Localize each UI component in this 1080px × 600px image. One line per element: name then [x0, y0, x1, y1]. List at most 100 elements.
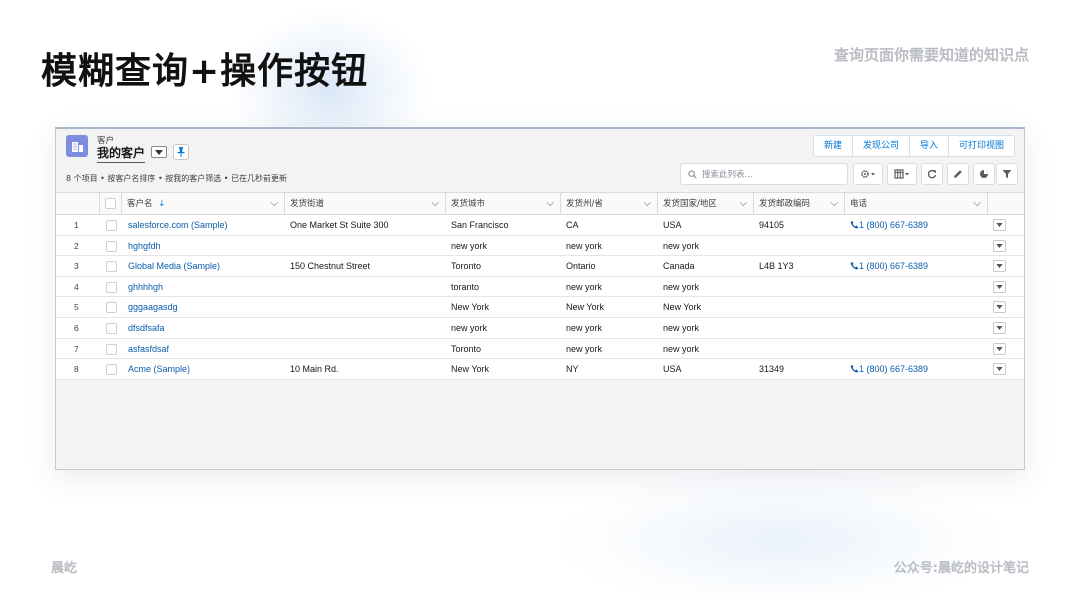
slide-subtitle: 查询页面你需要知道的知识点 [833, 46, 1029, 64]
list-view-panel: 客户 我的客户 8 个项目 • 按客户名排序 • 按我的客户筛选 • 已在几秒前… [55, 127, 1025, 470]
phone-number: 1 (800) 667-6389 [859, 364, 929, 375]
phone-icon [850, 365, 859, 373]
table-row[interactable]: 7 asfasfdsaf Toronto new york new york [56, 338, 1024, 360]
row-checkbox[interactable] [106, 343, 117, 355]
column-header-city[interactable]: 发货城市 ⌵ [446, 193, 561, 215]
row-actions-button[interactable] [993, 280, 1006, 293]
table-row[interactable]: 8 Acme (Sample) 10 Main Rd. New York NY USA 31… [56, 359, 1024, 380]
column-header-name[interactable]: 客户名 ↓ ⌵ [122, 193, 285, 215]
row-actions-button[interactable] [993, 363, 1006, 376]
account-name-link[interactable]: salesforce.com (Sample) [128, 215, 228, 235]
table-row[interactable]: 3 Global Media (Sample) 150 Chestnut Stree… [56, 256, 1024, 277]
chevron-down-icon[interactable]: ⌵ [643, 193, 651, 215]
country-cell: USA [663, 364, 682, 375]
row-actions-button[interactable] [993, 260, 1006, 273]
row-number: 1 [74, 220, 79, 230]
phone-link[interactable]: 1 (800) 667-6389 [850, 359, 928, 379]
select-all-header[interactable] [100, 193, 122, 215]
slide-title: 模糊查询+操作按钮 [41, 51, 369, 92]
row-actions-button[interactable] [993, 219, 1006, 231]
phone-link[interactable]: 1 (800) 667-6389 [850, 215, 928, 235]
row-checkbox[interactable] [106, 302, 117, 314]
account-name-link[interactable]: dfsdfsafa [128, 318, 165, 338]
chevron-down-icon[interactable]: ⌵ [431, 193, 439, 215]
import-button[interactable]: 导入 [908, 136, 948, 156]
filter-icon [1002, 170, 1012, 179]
column-header-zip[interactable]: 发货邮政编码 ⌵ [754, 193, 845, 215]
row-actions-button[interactable] [993, 321, 1006, 334]
state-cell: NY [566, 364, 579, 375]
account-name-link[interactable]: gggaagasdg [128, 297, 178, 317]
table-header: 客户名 ↓ ⌵ 发货街道 ⌵ 发货城市 ⌵ 发货州/省 ⌵ 发货国家/地区 ⌵ … [56, 192, 1024, 215]
account-name-link[interactable]: Acme (Sample) [128, 359, 190, 379]
table-row[interactable]: 1 salesforce.com (Sample) One Market St Su… [56, 215, 1024, 236]
row-number: 3 [74, 261, 79, 272]
select-all-checkbox[interactable] [105, 198, 116, 209]
refresh-icon [927, 169, 937, 179]
chevron-down-icon[interactable]: ⌵ [270, 193, 278, 215]
chevron-down-icon [996, 264, 1003, 269]
search-icon [688, 169, 697, 179]
column-header-state[interactable]: 发货州/省 ⌵ [561, 193, 658, 215]
phone-icon [850, 220, 859, 229]
pin-view-button[interactable] [173, 144, 189, 160]
background-glow-bottom [560, 470, 1000, 600]
pin-icon [177, 147, 185, 157]
chevron-down-icon [155, 149, 163, 155]
accounts-table: 客户名 ↓ ⌵ 发货街道 ⌵ 发货城市 ⌵ 发货州/省 ⌵ 发货国家/地区 ⌵ … [56, 192, 1024, 380]
filter-button[interactable] [996, 163, 1018, 185]
country-cell: new york [663, 322, 700, 333]
display-as-button[interactable] [887, 163, 917, 185]
list-settings-button[interactable] [853, 163, 883, 185]
row-checkbox[interactable] [106, 281, 117, 293]
row-actions-button[interactable] [993, 342, 1006, 355]
account-name-link[interactable]: Global Media (Sample) [128, 256, 220, 276]
state-cell: CA [566, 220, 579, 230]
row-actions-button[interactable] [993, 239, 1006, 252]
column-header-street[interactable]: 发货街道 ⌵ [285, 193, 446, 215]
column-header-country[interactable]: 发货国家/地区 ⌵ [658, 193, 754, 215]
list-view-header: 客户 我的客户 8 个项目 • 按客户名排序 • 按我的客户筛选 • 已在几秒前… [56, 129, 1024, 191]
row-actions-button[interactable] [993, 301, 1006, 314]
chevron-down-icon [996, 367, 1003, 372]
zip-cell: L4B 1Y3 [759, 261, 794, 272]
street-cell: One Market St Suite 300 [290, 220, 389, 230]
zip-cell: 31349 [759, 364, 785, 375]
phone-link[interactable]: 1 (800) 667-6389 [850, 256, 928, 276]
column-label: 电话 [850, 199, 868, 209]
account-name-link[interactable]: ghhhhgh [128, 277, 163, 297]
printable-view-button[interactable]: 可打印视图 [947, 136, 1014, 156]
chevron-down-icon[interactable]: ⌵ [830, 193, 838, 215]
list-view-name[interactable]: 我的客户 [97, 144, 146, 163]
chevron-down-icon [996, 325, 1003, 330]
row-number: 2 [74, 240, 79, 251]
row-checkbox[interactable] [106, 364, 117, 376]
row-number: 4 [74, 281, 79, 292]
view-switcher-button[interactable] [151, 146, 167, 158]
refresh-button[interactable] [921, 163, 943, 185]
table-row[interactable]: 2 hghgfdh new york new york new york [56, 235, 1024, 257]
charts-button[interactable] [973, 163, 995, 185]
table-body: 1 salesforce.com (Sample) One Market St Su… [56, 215, 1024, 380]
city-cell: Toronto [451, 343, 482, 354]
search-input[interactable]: 搜索此列表... [680, 163, 848, 185]
new-button[interactable]: 新建 [814, 136, 852, 156]
row-checkbox[interactable] [106, 261, 117, 273]
row-checkbox[interactable] [106, 220, 117, 231]
chevron-down-icon[interactable]: ⌵ [546, 193, 554, 215]
chevron-down-icon[interactable]: ⌵ [973, 193, 981, 215]
table-row[interactable]: 4 ghhhhgh toranto new york new york [56, 276, 1024, 298]
phone-icon [850, 262, 859, 270]
inline-edit-button[interactable] [947, 163, 969, 185]
column-header-phone[interactable]: 电话 ⌵ [845, 193, 988, 215]
table-row[interactable]: 6 dfsdfsafa new york new york new york [56, 317, 1024, 339]
row-checkbox[interactable] [106, 322, 117, 334]
account-name-link[interactable]: asfasfdsaf [128, 339, 169, 359]
chevron-down-icon [996, 284, 1003, 289]
chevron-down-icon[interactable]: ⌵ [739, 193, 747, 215]
discover-companies-button[interactable]: 发现公司 [851, 136, 909, 156]
table-icon [894, 169, 909, 179]
row-checkbox[interactable] [106, 240, 117, 252]
account-name-link[interactable]: hghgfdh [128, 236, 161, 256]
table-row[interactable]: 5 gggaagasdg New York New York New York [56, 297, 1024, 318]
